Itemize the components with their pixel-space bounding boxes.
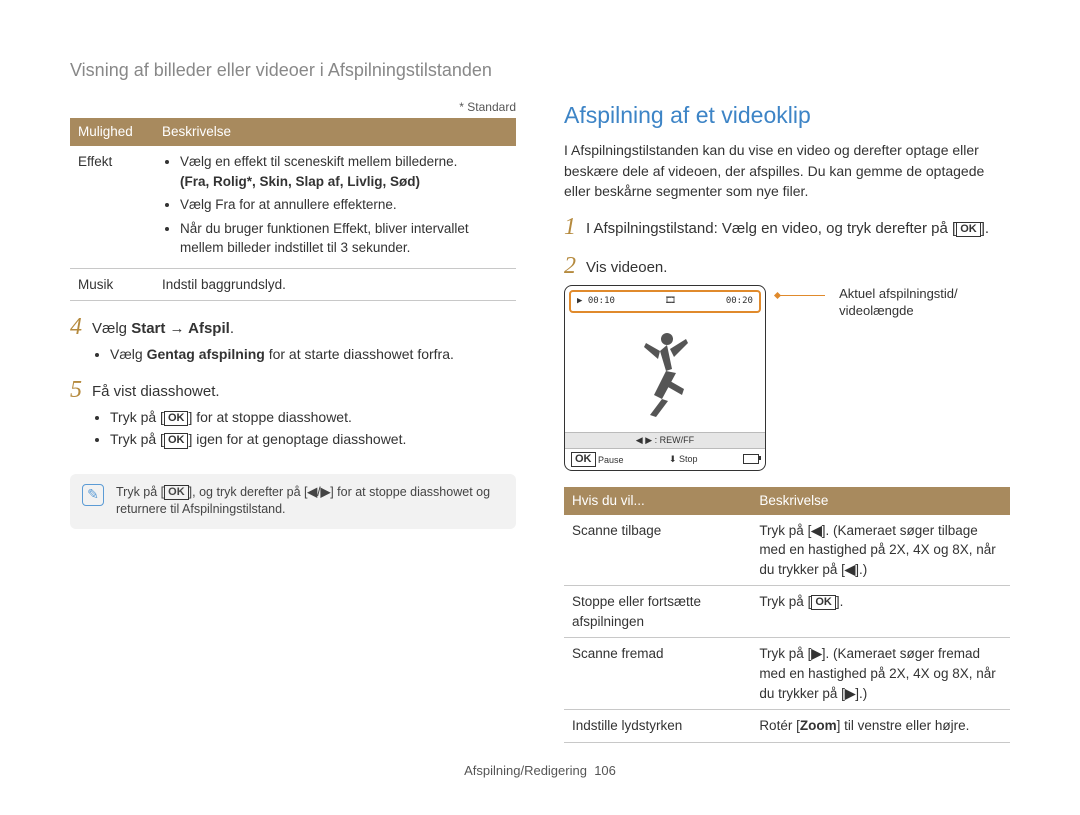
dancer-illustration: [640, 329, 690, 419]
note-box: ✎ Tryk på [OK], og tryk derefter på [◀/▶…: [70, 474, 516, 529]
section-heading: Afspilning af et videoklip: [564, 99, 1010, 132]
ok-icon: OK: [164, 433, 189, 448]
page-footer: Afspilning/Redigering 106: [70, 763, 1010, 778]
table-row: Scanne fremad Tryk på [▶]. (Kameraet søg…: [564, 638, 1010, 710]
step5-bullets: Tryk på [OK] for at stoppe diasshowet. T…: [92, 407, 516, 450]
ok-icon: OK: [811, 595, 836, 610]
note-text: Tryk på [OK], og tryk derefter på [◀/▶] …: [116, 484, 504, 519]
step-4: 4 Vælg Start → Afspil.: [70, 315, 516, 340]
options-table: Mulighed Beskrivelse Effekt Vælg en effe…: [70, 118, 516, 301]
step-number: 1: [564, 215, 586, 239]
video-timebar: ▶ 00:10 🎞 00:20: [569, 290, 761, 313]
step-text: Få vist diasshowet.: [92, 378, 220, 403]
table-row: Scanne tilbage Tryk på [◀]. (Kameraet sø…: [564, 515, 1010, 586]
right-column: Afspilning af et videoklip I Afspilnings…: [564, 99, 1010, 743]
leader-line: [780, 295, 825, 481]
cell-desc: Indstil baggrundslyd.: [154, 268, 516, 301]
step-5: 5 Få vist diasshowet.: [70, 378, 516, 403]
note-icon: ✎: [82, 484, 104, 506]
ok-icon: OK: [571, 452, 596, 467]
step-text: Vis videoen.: [586, 254, 667, 279]
play-icon: ▶ 00:10: [577, 295, 615, 308]
stop-icon: ⬇: [669, 454, 677, 464]
film-icon: 🎞: [665, 295, 676, 308]
table-row: Indstille lydstyrken Rotér [Zoom] til ve…: [564, 710, 1010, 743]
th-want: Hvis du vil...: [564, 487, 751, 515]
video-body: [565, 317, 765, 432]
cell-desc: Vælg en effekt til sceneskift mellem bil…: [154, 146, 516, 268]
th-description: Beskrivelse: [154, 118, 516, 146]
left-column: * Standard Mulighed Beskrivelse Effekt V…: [70, 99, 516, 743]
step-2: 2 Vis videoen.: [564, 254, 1010, 279]
table-row: Musik Indstil baggrundslyd.: [70, 268, 516, 301]
breadcrumb: Visning af billeder eller videoer i Afsp…: [70, 60, 1010, 81]
step-text: I Afspilningstilstand: Vælg en video, og…: [586, 215, 989, 240]
time-total: 00:20: [726, 295, 753, 308]
video-preview: ▶ 00:10 🎞 00:20: [564, 285, 766, 471]
battery-icon: [743, 454, 759, 464]
step-1: 1 I Afspilningstilstand: Vælg en video, …: [564, 215, 1010, 240]
video-controls: OK Pause ⬇ Stop: [565, 449, 765, 470]
ok-icon: OK: [956, 222, 981, 237]
table-row: Effekt Vælg en effekt til sceneskift mel…: [70, 146, 516, 268]
step-number: 2: [564, 254, 586, 278]
cell-option: Effekt: [70, 146, 154, 268]
step-number: 5: [70, 378, 92, 402]
table-row: Stoppe eller fortsætte afspilningen Tryk…: [564, 586, 1010, 638]
standard-note: * Standard: [70, 99, 516, 116]
step-number: 4: [70, 315, 92, 339]
ok-icon: OK: [164, 485, 189, 500]
actions-table: Hvis du vil... Beskrivelse Scanne tilbag…: [564, 487, 1010, 743]
th-option: Mulighed: [70, 118, 154, 146]
video-hint: ◀ ▶ : REW/FF: [565, 432, 765, 449]
step-text: Vælg Start → Afspil.: [92, 315, 234, 340]
video-preview-row: ▶ 00:10 🎞 00:20: [564, 285, 1010, 471]
intro-text: I Afspilningstilstanden kan du vise en v…: [564, 140, 1010, 201]
video-caption: Aktuel afspilningstid/ videolængde: [839, 285, 1010, 471]
th-desc: Beskrivelse: [751, 487, 1010, 515]
step4-bullets: Vælg Gentag afspilning for at starte dia…: [92, 344, 516, 364]
ok-icon: OK: [164, 411, 189, 426]
cell-option: Musik: [70, 268, 154, 301]
